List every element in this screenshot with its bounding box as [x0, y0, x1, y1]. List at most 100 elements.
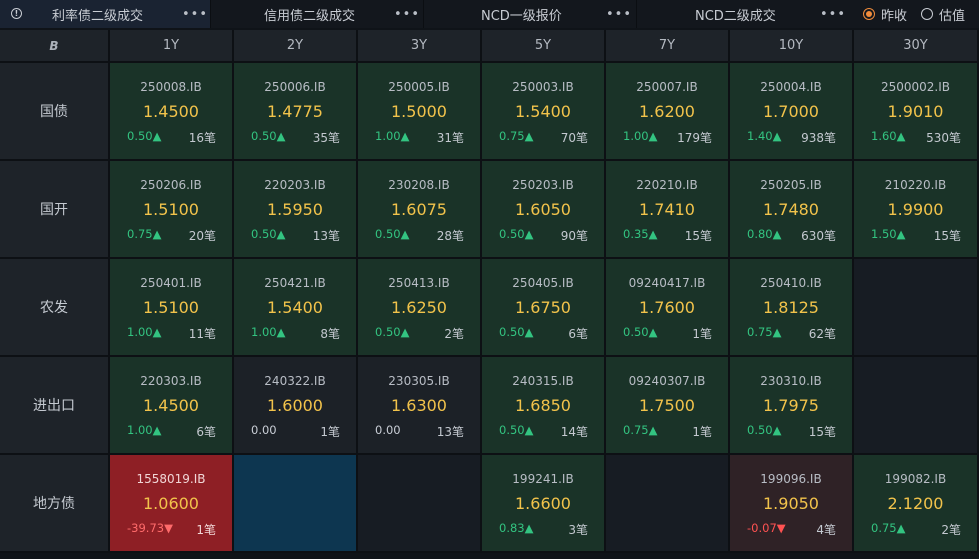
quote-cell[interactable]: 09240417.IB 1.7600 0.50▲ 1笔	[606, 259, 730, 357]
radio-unchecked-icon	[920, 8, 933, 20]
quote-cell[interactable]: 250401.IB 1.5100 1.00▲ 11笔	[110, 259, 234, 357]
radio-valuation[interactable]: 估值	[920, 5, 965, 24]
trade-count: 14笔	[560, 425, 588, 439]
yield-change: 0.50▲	[623, 325, 658, 339]
yield-change: 0.75▲	[623, 423, 658, 437]
radio-label: 昨收	[880, 8, 907, 24]
yield-change: 0.75▲	[871, 521, 906, 535]
quote-cell[interactable]: 250410.IB 1.8125 0.75▲ 62笔	[730, 259, 854, 357]
yield-value: 1.7500	[639, 396, 695, 415]
yield-change: 0.50▲	[747, 423, 782, 437]
yield-value: 1.5100	[143, 298, 199, 317]
row-label: 地方债	[0, 455, 110, 553]
quote-cell[interactable]: 210220.IB 1.9900 1.50▲ 15笔	[854, 161, 979, 259]
quote-cell[interactable]: 199096.IB 1.9050 -0.07▼ 4笔	[730, 455, 854, 553]
quote-cell[interactable]: 250003.IB 1.5400 0.75▲ 70笔	[482, 63, 606, 161]
yield-value: 1.6250	[391, 298, 447, 317]
trade-count: 90笔	[560, 229, 588, 243]
yield-value: 1.4775	[267, 102, 323, 121]
trade-count: 179笔	[677, 131, 712, 145]
quote-cell[interactable]: 250405.IB 1.6750 0.50▲ 6笔	[482, 259, 606, 357]
quote-cell[interactable]: 240322.IB 1.6000 0.00 1笔	[234, 357, 358, 455]
yield-change: 1.00▲	[127, 325, 162, 339]
quote-cell[interactable]: 250007.IB 1.6200 1.00▲ 179笔	[606, 63, 730, 161]
empty-cell	[234, 455, 358, 553]
quote-cell[interactable]: 250005.IB 1.5000 1.00▲ 31笔	[358, 63, 482, 161]
corner-cell: B	[0, 30, 110, 63]
yield-value: 1.7600	[639, 298, 695, 317]
bond-code: 250421.IB	[264, 276, 326, 290]
quote-cell[interactable]: 1558019.IB 1.0600 -39.73▼ 1笔	[110, 455, 234, 553]
tab-ncd-secondary[interactable]: NCD二级成交 •••	[637, 0, 849, 28]
trade-count: 6笔	[196, 425, 216, 439]
trade-count: 31笔	[436, 131, 464, 145]
yield-change: 0.80▲	[747, 227, 782, 241]
trade-count: 2笔	[941, 523, 961, 537]
bond-code: 250008.IB	[140, 80, 202, 94]
quote-cell[interactable]: 230310.IB 1.7975 0.50▲ 15笔	[730, 357, 854, 455]
bond-code: 250203.IB	[512, 178, 574, 192]
tab-menu-dots-icon[interactable]: •••	[606, 7, 632, 22]
yield-value: 1.6050	[515, 200, 571, 219]
trade-count: 13笔	[312, 229, 340, 243]
quote-cell[interactable]: 250008.IB 1.4500 0.50▲ 16笔	[110, 63, 234, 161]
quote-cell[interactable]: 220203.IB 1.5950 0.50▲ 13笔	[234, 161, 358, 259]
bond-row: 国债 250008.IB 1.4500 0.50▲ 16笔 250006.IB 1.4775…	[0, 63, 979, 161]
quote-cell[interactable]: 220303.IB 1.4500 1.00▲ 6笔	[110, 357, 234, 455]
quote-cell[interactable]: 220210.IB 1.7410 0.35▲ 15笔	[606, 161, 730, 259]
yield-value: 1.9900	[887, 200, 944, 219]
tenor-header: 30Y	[854, 30, 979, 63]
empty-cell	[854, 259, 979, 357]
yield-change: 1.00▲	[127, 423, 162, 437]
tab-label: 信用债二级成交	[264, 8, 356, 24]
tab-label: NCD一级报价	[481, 8, 562, 24]
tab-rate-bond-secondary[interactable]: ! 利率债二级成交 •••	[0, 0, 210, 28]
quote-cell[interactable]: 240315.IB 1.6850 0.50▲ 14笔	[482, 357, 606, 455]
tab-menu-dots-icon[interactable]: •••	[820, 7, 846, 22]
bond-code: 220203.IB	[264, 178, 326, 192]
bond-code: 199082.IB	[884, 472, 947, 486]
yield-change: 0.00	[251, 423, 277, 437]
trade-count: 28笔	[436, 229, 464, 243]
quote-cell[interactable]: 250421.IB 1.5400 1.00▲ 8笔	[234, 259, 358, 357]
trade-count: 35笔	[312, 131, 340, 145]
quote-cell[interactable]: 199241.IB 1.6600 0.83▲ 3笔	[482, 455, 606, 553]
trade-count: 1笔	[196, 523, 216, 537]
yield-value: 1.6075	[391, 200, 447, 219]
trade-count: 20笔	[188, 229, 216, 243]
yield-value: 1.6750	[515, 298, 571, 317]
info-icon[interactable]: !	[11, 8, 22, 19]
quote-cell[interactable]: 250206.IB 1.5100 0.75▲ 20笔	[110, 161, 234, 259]
bond-quote-grid: B 1Y 2Y 3Y 5Y 7Y 10Y 30Y 国债 250008.IB 1.45…	[0, 30, 979, 553]
quote-cell[interactable]: 199082.IB 2.1200 0.75▲ 2笔	[854, 455, 979, 553]
yield-value: 1.6850	[515, 396, 571, 415]
yield-value: 1.6000	[267, 396, 323, 415]
bond-row: 国开 250206.IB 1.5100 0.75▲ 20笔 220203.IB 1.5950…	[0, 161, 979, 259]
quote-cell[interactable]: 2500002.IB 1.9010 1.60▲ 530笔	[854, 63, 979, 161]
yield-value: 2.1200	[887, 494, 944, 513]
trade-count: 630笔	[801, 229, 836, 243]
quote-cell[interactable]: 250203.IB 1.6050 0.50▲ 90笔	[482, 161, 606, 259]
quote-cell[interactable]: 250004.IB 1.7000 1.40▲ 938笔	[730, 63, 854, 161]
price-basis-radio-group: 昨收 估值	[862, 0, 979, 28]
trade-count: 15笔	[684, 229, 712, 243]
quote-cell[interactable]: 230208.IB 1.6075 0.50▲ 28笔	[358, 161, 482, 259]
bond-code: 199096.IB	[760, 472, 822, 486]
quote-cell[interactable]: 250413.IB 1.6250 0.50▲ 2笔	[358, 259, 482, 357]
tab-menu-dots-icon[interactable]: •••	[394, 7, 420, 22]
bond-code: 250413.IB	[388, 276, 450, 290]
bond-code: 250405.IB	[512, 276, 574, 290]
radio-prev-close[interactable]: 昨收	[862, 5, 907, 24]
quote-cell[interactable]: 250006.IB 1.4775 0.50▲ 35笔	[234, 63, 358, 161]
quote-cell[interactable]: 230305.IB 1.6300 0.00 13笔	[358, 357, 482, 455]
bond-code: 09240307.IB	[628, 374, 706, 388]
tab-ncd-primary-quote[interactable]: NCD一级报价 •••	[424, 0, 636, 28]
tab-credit-bond-secondary[interactable]: 信用债二级成交 •••	[211, 0, 423, 28]
bond-row: 农发 250401.IB 1.5100 1.00▲ 11笔 250421.IB 1.5400…	[0, 259, 979, 357]
bond-code: 250007.IB	[636, 80, 698, 94]
trade-count: 1笔	[692, 327, 712, 341]
quote-cell[interactable]: 250205.IB 1.7480 0.80▲ 630笔	[730, 161, 854, 259]
tab-menu-dots-icon[interactable]: •••	[182, 7, 208, 22]
yield-change: 0.50▲	[127, 129, 162, 143]
quote-cell[interactable]: 09240307.IB 1.7500 0.75▲ 1笔	[606, 357, 730, 455]
